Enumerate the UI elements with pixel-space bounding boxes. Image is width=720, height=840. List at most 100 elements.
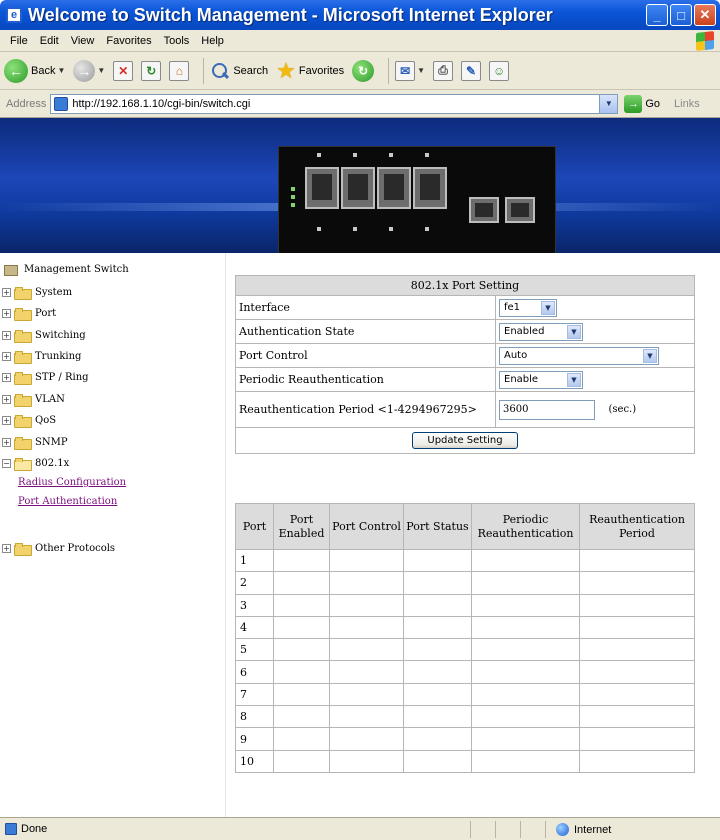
menu-view[interactable]: View	[65, 35, 101, 47]
edit-page-icon: ✎	[461, 60, 482, 81]
folder-icon	[14, 286, 32, 300]
expand-icon[interactable]: +	[2, 351, 11, 361]
tree-item-label: STP / Ring	[35, 371, 89, 383]
col-periodic-reauth: Periodic Reauthentication	[471, 503, 580, 550]
tree-item-label: Other Protocols	[35, 542, 116, 554]
links-button[interactable]: Links	[674, 98, 700, 110]
messenger-button[interactable]: ☺	[489, 60, 510, 81]
ie-app-icon[interactable]: e	[6, 7, 22, 23]
menu-file[interactable]: File	[4, 35, 34, 47]
col-port-enabled: Port Enabled	[273, 503, 330, 550]
menu-help[interactable]: Help	[195, 35, 230, 47]
expand-icon[interactable]: +	[2, 543, 11, 553]
back-button[interactable]: ← Back ▼	[4, 58, 65, 83]
go-label: Go	[645, 97, 661, 110]
windows-logo-icon	[696, 31, 714, 51]
port-number: 3	[235, 593, 274, 617]
refresh-button[interactable]: ↻	[141, 60, 162, 81]
status-divider	[470, 821, 471, 838]
rj45-port	[377, 167, 411, 209]
port-control-label: Port Control	[235, 343, 496, 368]
port-number: 4	[235, 615, 274, 640]
menu-favorites[interactable]: Favorites	[100, 35, 157, 47]
update-setting-button[interactable]: Update Setting	[412, 432, 518, 449]
search-icon	[210, 61, 230, 81]
expand-icon[interactable]: +	[2, 415, 11, 425]
menu-edit[interactable]: Edit	[34, 35, 65, 47]
chevron-down-icon[interactable]: ▼	[97, 66, 105, 75]
folder-icon	[14, 393, 32, 407]
status-text: Done	[21, 823, 48, 835]
row-reauth-period: Reauthentication Period <1-4294967295> 3…	[235, 391, 695, 428]
port-control-select[interactable]: Auto ▼	[499, 346, 659, 365]
history-button[interactable]: ↻	[352, 59, 375, 82]
periodic-reauth-value: Enable	[504, 374, 539, 385]
search-button[interactable]: Search	[210, 61, 268, 81]
tree-item-8021x[interactable]: − 802.1x	[2, 456, 69, 471]
chevron-down-icon[interactable]: ▼	[57, 66, 65, 75]
periodic-reauth-select[interactable]: Enable ▼	[499, 370, 583, 389]
table-row: 7	[235, 682, 695, 707]
minimize-button[interactable]: _	[646, 4, 668, 26]
title-bar[interactable]: e Welcome to Switch Management - Microso…	[0, 0, 720, 30]
expand-icon[interactable]: +	[2, 372, 11, 382]
expand-icon[interactable]: +	[2, 437, 11, 447]
go-button[interactable]: → Go	[624, 94, 661, 113]
tree-item-trunking[interactable]: + Trunking	[2, 349, 81, 364]
stop-button[interactable]: ✕	[113, 60, 134, 81]
port-led	[389, 227, 393, 231]
row-interface: Interface fe1 ▼	[235, 295, 695, 320]
tree-root[interactable]: Management Switch	[4, 263, 129, 276]
interface-value: fe1	[504, 302, 521, 313]
stop-icon: ✕	[113, 60, 134, 81]
edit-button[interactable]: ✎	[461, 60, 482, 81]
maximize-button[interactable]: □	[670, 4, 692, 26]
interface-select[interactable]: fe1 ▼	[499, 298, 557, 317]
tree-item-label: VLAN	[35, 393, 65, 405]
menu-tools[interactable]: Tools	[158, 35, 196, 47]
chevron-down-icon[interactable]: ▼	[541, 300, 555, 315]
tree-item-switching[interactable]: + Switching	[2, 328, 86, 343]
chevron-down-icon[interactable]: ▼	[567, 372, 581, 387]
print-button[interactable]: ⎙	[433, 60, 454, 81]
chevron-down-icon[interactable]: ▼	[643, 348, 657, 363]
expand-icon[interactable]: +	[2, 330, 11, 340]
tree-item-stp-ring[interactable]: + STP / Ring	[2, 370, 89, 385]
favorites-label: Favorites	[298, 64, 345, 77]
close-button[interactable]: ✕	[694, 4, 716, 26]
table-row: 5	[235, 638, 695, 662]
chevron-down-icon[interactable]: ▼	[599, 94, 618, 113]
auth-state-select[interactable]: Enabled ▼	[499, 322, 583, 341]
tree-item-other-protocols[interactable]: + Other Protocols	[2, 541, 116, 556]
tree-item-qos[interactable]: + QoS	[2, 413, 57, 428]
chevron-down-icon[interactable]: ▼	[417, 66, 425, 75]
home-button[interactable]: ⌂	[169, 60, 190, 81]
link-port-authentication[interactable]: Port Authentication	[18, 496, 117, 507]
tree-item-port[interactable]: + Port	[2, 306, 56, 321]
reauth-period-input[interactable]: 3600	[499, 399, 595, 420]
security-zone[interactable]: Internet	[556, 821, 611, 838]
toolbar-divider	[203, 57, 205, 84]
expand-icon[interactable]: +	[2, 287, 11, 297]
expand-icon[interactable]: +	[2, 394, 11, 404]
mail-button[interactable]: ✉ ▼	[395, 60, 425, 81]
url-input[interactable]: http://192.168.1.10/cgi-bin/switch.cgi ▼	[50, 93, 619, 114]
tree-item-vlan[interactable]: + VLAN	[2, 392, 65, 407]
collapse-icon[interactable]: −	[2, 458, 11, 468]
folder-icon	[14, 329, 32, 343]
tree-item-label: QoS	[35, 414, 57, 426]
favorites-button[interactable]: ★ Favorites	[276, 59, 345, 81]
forward-button[interactable]: → ▼	[73, 59, 105, 82]
port-led	[317, 153, 321, 157]
row-auth-state: Authentication State Enabled ▼	[235, 319, 695, 344]
tree-item-system[interactable]: + System	[2, 285, 72, 300]
page-icon	[54, 96, 69, 111]
tree-item-snmp[interactable]: + SNMP	[2, 435, 68, 450]
status-divider	[495, 821, 496, 838]
expand-icon[interactable]: +	[2, 308, 11, 318]
link-radius-configuration[interactable]: Radius Configuration	[18, 477, 126, 488]
periodic-reauth-cell: Enable ▼	[495, 367, 695, 392]
chevron-down-icon[interactable]: ▼	[567, 324, 581, 339]
navigation-tree: Management Switch + System + Port + Swit…	[0, 253, 226, 817]
fiber-port	[469, 197, 499, 223]
